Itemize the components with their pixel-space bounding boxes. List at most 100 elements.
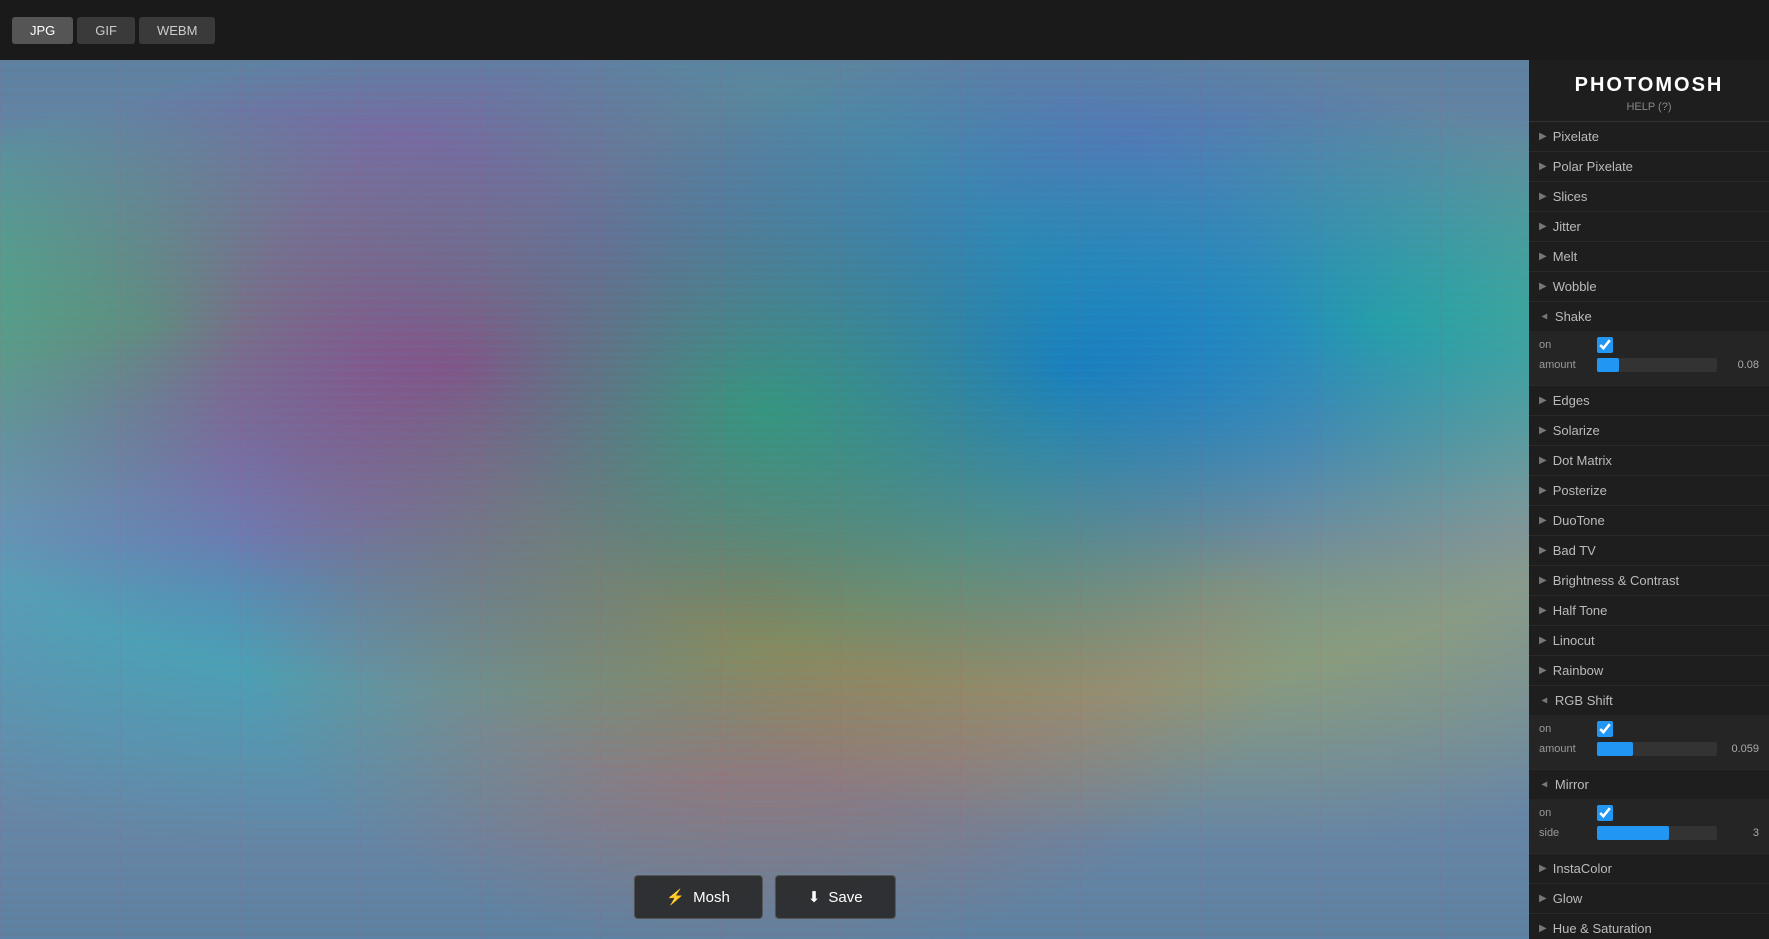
chevron-icon-rainbow: ▶: [1539, 665, 1547, 676]
effect-header-polar-pixelate[interactable]: ▶Polar Pixelate: [1529, 152, 1769, 181]
effect-row-mirror-on: on: [1539, 805, 1759, 821]
control-label-shake-on: on: [1539, 339, 1591, 351]
chevron-icon-brightness-contrast: ▶: [1539, 575, 1547, 586]
effect-header-bad-tv[interactable]: ▶ Bad TV: [1529, 536, 1769, 565]
effect-label-solarize: Solarize: [1553, 423, 1600, 438]
effect-header-brightness-contrast[interactable]: ▶ Brightness & Contrast: [1529, 566, 1769, 595]
download-icon: ⬇: [808, 888, 821, 906]
effect-item-linocut: ▶Linocut: [1529, 626, 1769, 656]
effect-item-polar-pixelate: ▶Polar Pixelate: [1529, 152, 1769, 182]
effect-label-duotone: DuoTone: [1553, 513, 1605, 528]
slider-container-mirror-side[interactable]: [1597, 826, 1717, 840]
effect-header-rgb-shift[interactable]: ▼ RGB Shift: [1529, 686, 1769, 715]
effect-header-pixelate[interactable]: ▶Pixelate: [1529, 122, 1769, 151]
slider-fill-shake-amount: [1597, 358, 1619, 372]
effect-header-shake[interactable]: ▼ Shake: [1529, 302, 1769, 331]
effect-label-mirror: Mirror: [1555, 777, 1589, 792]
effect-header-linocut[interactable]: ▶Linocut: [1529, 626, 1769, 655]
effect-item-brightness-contrast: ▶ Brightness & Contrast: [1529, 566, 1769, 596]
help-link[interactable]: HELP (?): [1541, 101, 1757, 113]
mosh-button[interactable]: ⚡ Mosh: [633, 875, 762, 919]
tab-gif[interactable]: GIF: [77, 17, 135, 44]
effect-header-glow[interactable]: ▶Glow: [1529, 884, 1769, 913]
effect-label-bad-tv: Bad TV: [1553, 543, 1596, 558]
effect-label-shake: Shake: [1555, 309, 1592, 324]
panel-header: PHOTOMOSH HELP (?): [1529, 60, 1769, 122]
effect-row-rgb-shift-amount: amount 0.059: [1539, 742, 1759, 756]
effect-header-instacolor[interactable]: ▶InstaColor: [1529, 854, 1769, 883]
effects-list: ▶Pixelate▶Polar Pixelate▶Slices▶Jitter▶M…: [1529, 122, 1769, 939]
effect-row-shake-amount: amount0.08: [1539, 358, 1759, 372]
checkbox-mirror-on[interactable]: [1597, 805, 1613, 821]
chevron-icon-hue-saturation: ▶: [1539, 923, 1547, 934]
effect-header-rainbow[interactable]: ▶ Rainbow: [1529, 656, 1769, 685]
slider-value-mirror-side: 3: [1723, 827, 1759, 839]
effect-label-dot-matrix: Dot Matrix: [1553, 453, 1612, 468]
control-label-shake-amount: amount: [1539, 359, 1591, 371]
main-layout: ⚡ Mosh ⬇ Save PHOTOMOSH HELP (?) ▶Pixela…: [0, 60, 1769, 939]
chevron-icon-jitter: ▶: [1539, 221, 1547, 232]
control-label-mirror-on: on: [1539, 807, 1591, 819]
effect-label-hue-saturation: Hue & Saturation: [1553, 921, 1652, 936]
effect-row-mirror-side: side3: [1539, 826, 1759, 840]
effect-label-rgb-shift: RGB Shift: [1555, 693, 1613, 708]
effect-item-wobble: ▶Wobble: [1529, 272, 1769, 302]
effect-header-slices[interactable]: ▶Slices: [1529, 182, 1769, 211]
tab-webm[interactable]: WEBM: [139, 17, 215, 44]
effect-header-hue-saturation[interactable]: ▶ Hue & Saturation: [1529, 914, 1769, 939]
effect-row-rgb-shift-on: on: [1539, 721, 1759, 737]
effect-header-melt[interactable]: ▶Melt: [1529, 242, 1769, 271]
tab-jpg[interactable]: JPG: [12, 17, 73, 44]
effect-item-instacolor: ▶InstaColor: [1529, 854, 1769, 884]
lightning-icon: ⚡: [666, 888, 685, 906]
chevron-icon-pixelate: ▶: [1539, 131, 1547, 142]
chevron-icon-dot-matrix: ▶: [1539, 455, 1547, 466]
bottom-toolbar: ⚡ Mosh ⬇ Save: [633, 875, 895, 919]
effect-item-rainbow: ▶ Rainbow: [1529, 656, 1769, 686]
effect-body-mirror: on side3: [1529, 799, 1769, 853]
chevron-icon-polar-pixelate: ▶: [1539, 161, 1547, 172]
chevron-icon-duotone: ▶: [1539, 515, 1547, 526]
effect-item-solarize: ▶ Solarize: [1529, 416, 1769, 446]
checkbox-rgb-shift-on[interactable]: [1597, 721, 1613, 737]
effect-item-rgb-shift: ▼ RGB Shift on amount 0.059: [1529, 686, 1769, 770]
effect-header-dot-matrix[interactable]: ▶ Dot Matrix: [1529, 446, 1769, 475]
chevron-icon-glow: ▶: [1539, 893, 1547, 904]
canvas-area: ⚡ Mosh ⬇ Save: [0, 60, 1529, 939]
effect-header-solarize[interactable]: ▶ Solarize: [1529, 416, 1769, 445]
effect-label-posterize: Posterize: [1553, 483, 1607, 498]
control-label-rgb-shift-amount: amount: [1539, 743, 1591, 755]
effect-header-wobble[interactable]: ▶Wobble: [1529, 272, 1769, 301]
effect-item-jitter: ▶Jitter: [1529, 212, 1769, 242]
mosh-label: Mosh: [693, 889, 730, 906]
chevron-icon-half-tone: ▶: [1539, 605, 1547, 616]
chevron-icon-solarize: ▶: [1539, 425, 1547, 436]
checkbox-shake-on[interactable]: [1597, 337, 1613, 353]
effect-item-hue-saturation: ▶ Hue & Saturation: [1529, 914, 1769, 939]
slider-fill-mirror-side: [1597, 826, 1669, 840]
effect-header-mirror[interactable]: ▼Mirror: [1529, 770, 1769, 799]
effect-item-half-tone: ▶Half Tone: [1529, 596, 1769, 626]
effect-item-bad-tv: ▶ Bad TV: [1529, 536, 1769, 566]
effect-item-mirror: ▼Mirror on side3: [1529, 770, 1769, 854]
effect-header-posterize[interactable]: ▶Posterize: [1529, 476, 1769, 505]
effect-header-jitter[interactable]: ▶Jitter: [1529, 212, 1769, 241]
chevron-icon-rgb-shift: ▼: [1538, 696, 1549, 706]
chevron-icon-shake: ▼: [1538, 312, 1549, 322]
save-button[interactable]: ⬇ Save: [775, 875, 896, 919]
effect-header-edges[interactable]: ▶Edges: [1529, 386, 1769, 415]
effect-header-duotone[interactable]: ▶ DuoTone: [1529, 506, 1769, 535]
effect-row-shake-on: on: [1539, 337, 1759, 353]
top-bar: JPG GIF WEBM: [0, 0, 1769, 60]
effect-label-brightness-contrast: Brightness & Contrast: [1553, 573, 1679, 588]
effect-item-glow: ▶Glow: [1529, 884, 1769, 914]
slider-container-shake-amount[interactable]: [1597, 358, 1717, 372]
chevron-icon-bad-tv: ▶: [1539, 545, 1547, 556]
effect-label-rainbow: Rainbow: [1553, 663, 1604, 678]
slider-value-rgb-shift-amount: 0.059: [1723, 743, 1759, 755]
effect-body-shake: on amount0.08: [1529, 331, 1769, 385]
chevron-icon-instacolor: ▶: [1539, 863, 1547, 874]
slider-container-rgb-shift-amount[interactable]: [1597, 742, 1717, 756]
effect-header-half-tone[interactable]: ▶Half Tone: [1529, 596, 1769, 625]
chevron-icon-wobble: ▶: [1539, 281, 1547, 292]
